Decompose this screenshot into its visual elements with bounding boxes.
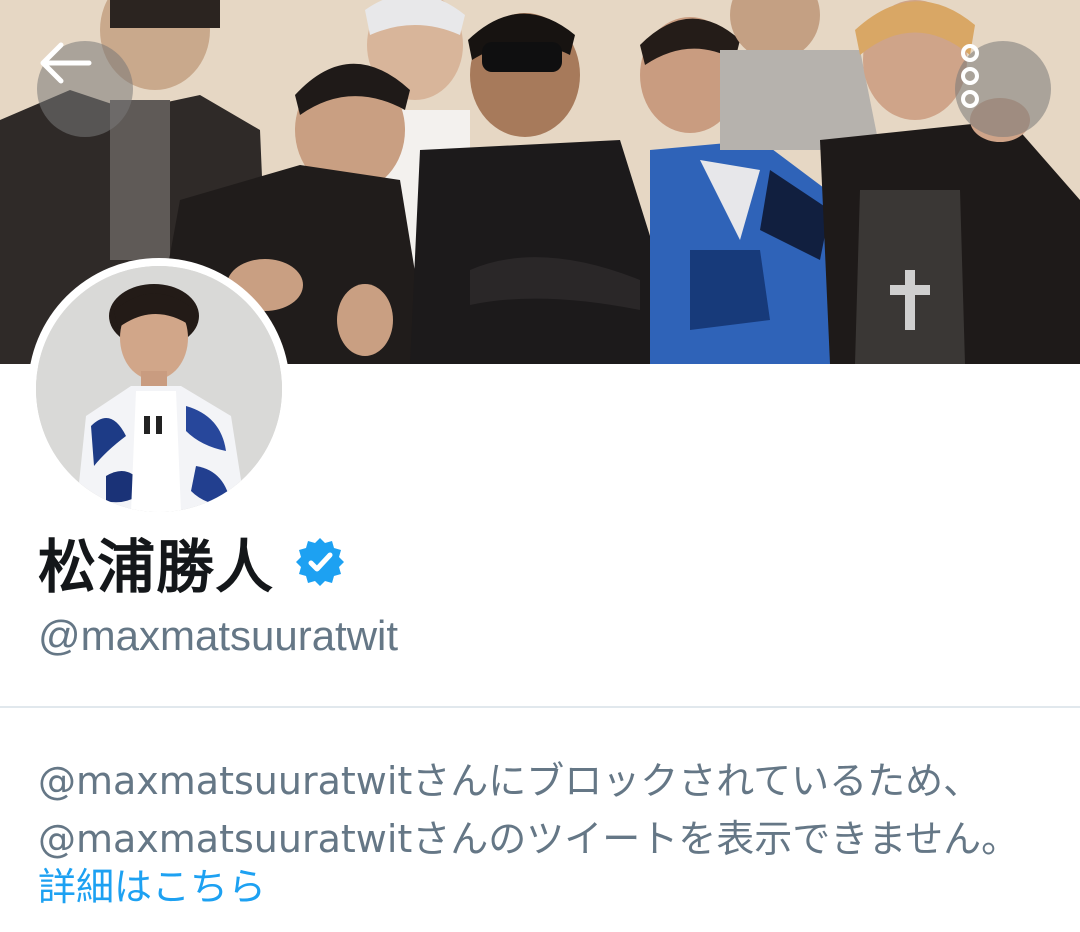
profile-name-row: 松浦勝人 <box>38 524 346 601</box>
profile-handle: @maxmatsuuratwit <box>38 612 399 659</box>
arrow-left-icon <box>40 42 92 84</box>
avatar-photo <box>36 266 282 512</box>
section-divider <box>0 706 1080 708</box>
blocked-notice-line-1: @maxmatsuuratwitさんにブロックされているため、 <box>38 759 982 803</box>
more-vertical-icon <box>961 44 979 108</box>
verified-badge-icon <box>296 538 345 586</box>
learn-more-link[interactable]: 詳細はこちら <box>38 858 266 916</box>
more-options-button[interactable] <box>955 41 1051 137</box>
back-button[interactable] <box>37 41 133 137</box>
blocked-notice: @maxmatsuuratwitさんにブロックされているため、 @maxmats… <box>38 752 1068 868</box>
profile-avatar[interactable] <box>28 258 290 520</box>
display-name: 松浦勝人 <box>38 533 275 601</box>
